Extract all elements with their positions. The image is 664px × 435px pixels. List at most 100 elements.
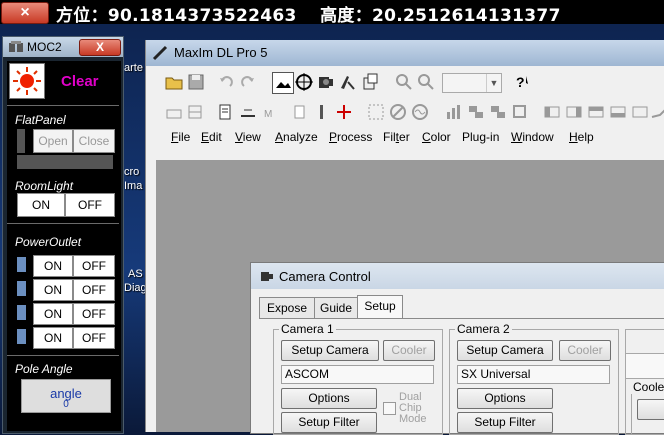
- curve-icon[interactable]: [650, 102, 664, 122]
- observatory-icon[interactable]: [360, 72, 380, 92]
- measure-icon[interactable]: [238, 102, 258, 122]
- camera1-driver-field[interactable]: ASCOM: [281, 365, 434, 384]
- tab-setup[interactable]: Setup: [357, 295, 403, 319]
- document-icon[interactable]: [216, 102, 236, 122]
- camera2-driver-field[interactable]: SX Universal: [457, 365, 610, 384]
- outlet-4-off-button[interactable]: OFF: [73, 327, 115, 349]
- menu-plug-in[interactable]: Plug-in: [462, 130, 499, 144]
- filter-icon[interactable]: [366, 102, 386, 122]
- outlet-3-on-button[interactable]: ON: [33, 303, 73, 325]
- moc2-title: MOC2: [27, 40, 62, 54]
- bar-chart-icon[interactable]: [444, 102, 464, 122]
- moc2-titlebar[interactable]: MOC2 X: [3, 37, 123, 57]
- tab-border: [259, 318, 664, 319]
- outlet-2-off-button[interactable]: OFF: [73, 279, 115, 301]
- crosshair-icon[interactable]: [294, 72, 314, 92]
- weather-status: Clear: [61, 73, 99, 90]
- flatpanel-slider[interactable]: [17, 155, 113, 169]
- zoom-in-icon[interactable]: [394, 72, 414, 92]
- outlet-2-on-button[interactable]: ON: [33, 279, 73, 301]
- save-icon[interactable]: [186, 72, 206, 92]
- camera1-filter-button[interactable]: Setup Filter: [281, 412, 377, 433]
- menu-window[interactable]: Window: [511, 130, 554, 144]
- camera-control-titlebar[interactable]: Camera Control: [251, 263, 664, 289]
- moc2-window: MOC2 X Clear FlatPanel Open Close RoomLi…: [2, 36, 124, 434]
- panel-right-icon[interactable]: [564, 102, 584, 122]
- menu-color[interactable]: Color: [422, 130, 451, 144]
- camera2-filter-button[interactable]: Setup Filter: [457, 412, 553, 433]
- flatpanel-indicator: [17, 129, 25, 153]
- telescope-control-icon[interactable]: [338, 72, 358, 92]
- outlet-1-on-button[interactable]: ON: [33, 255, 73, 277]
- zoom-select[interactable]: ▼: [442, 73, 502, 93]
- camera-control-dialog: Camera Control Expose Guide Setup Camera…: [250, 262, 664, 435]
- desktop-icon-label[interactable]: arte: [124, 62, 143, 74]
- roomlight-off-button[interactable]: OFF: [65, 193, 115, 217]
- moc2-body: Clear FlatPanel Open Close RoomLight ON …: [7, 61, 121, 431]
- redo-icon[interactable]: [238, 72, 258, 92]
- menu-help[interactable]: Help: [569, 130, 594, 144]
- camera2-setup-button[interactable]: Setup Camera: [457, 340, 553, 361]
- menu-edit[interactable]: Edit: [201, 130, 222, 144]
- panel-left-icon[interactable]: [542, 102, 562, 122]
- grid-icon[interactable]: [186, 102, 206, 122]
- dual-chip-checkbox[interactable]: [383, 402, 396, 415]
- align-icon[interactable]: [466, 102, 486, 122]
- tab-guide[interactable]: Guide: [314, 297, 358, 318]
- flatpanel-close-button[interactable]: Close: [73, 129, 115, 153]
- panel-side-icon[interactable]: [630, 102, 650, 122]
- menu-process[interactable]: Process: [329, 130, 372, 144]
- maxim-titlebar[interactable]: MaxIm DL Pro 5: [146, 40, 664, 66]
- flatpanel-open-button[interactable]: Open: [33, 129, 73, 153]
- moc2-close-button[interactable]: X: [79, 39, 121, 56]
- circle-slash-icon[interactable]: [388, 102, 408, 122]
- open-icon[interactable]: [164, 72, 184, 92]
- panel-top-icon[interactable]: [586, 102, 606, 122]
- dual-chip-label: Dual Chip Mode: [399, 391, 427, 425]
- tab-expose[interactable]: Expose: [259, 297, 315, 318]
- app-icon: [9, 41, 23, 52]
- menu-analyze[interactable]: Analyze: [275, 130, 318, 144]
- undo-icon[interactable]: [216, 72, 236, 92]
- camera1-cooler-button[interactable]: Cooler: [383, 340, 435, 361]
- cooler-on-button[interactable]: [637, 399, 664, 420]
- outlet-1-indicator: [17, 257, 26, 272]
- menu-file[interactable]: File: [171, 130, 190, 144]
- close-button[interactable]: ×: [1, 2, 49, 24]
- ruler-icon[interactable]: [312, 102, 332, 122]
- outlet-3-off-button[interactable]: OFF: [73, 303, 115, 325]
- square-icon[interactable]: [510, 102, 530, 122]
- camera1-setup-button[interactable]: Setup Camera: [281, 340, 379, 361]
- crosshair-add-icon[interactable]: [334, 102, 354, 122]
- menu-view[interactable]: View: [235, 130, 261, 144]
- panel-bottom-icon[interactable]: [608, 102, 628, 122]
- desktop-icon-label[interactable]: cro: [124, 166, 139, 178]
- svg-text:M: M: [264, 109, 272, 120]
- extra-field[interactable]: [625, 353, 664, 379]
- image-icon[interactable]: [272, 72, 294, 94]
- camera1-options-button[interactable]: Options: [281, 388, 377, 409]
- camera2-options-button[interactable]: Options: [457, 388, 553, 409]
- help-icon[interactable]: ?: [512, 72, 532, 92]
- copy-icon[interactable]: [290, 102, 310, 122]
- outlet-1-off-button[interactable]: OFF: [73, 255, 115, 277]
- maxim-title: MaxIm DL Pro 5: [174, 45, 268, 60]
- outlet-4-on-button[interactable]: ON: [33, 327, 73, 349]
- pole-angle-number: 0: [63, 399, 69, 410]
- circle-wave-icon[interactable]: [410, 102, 430, 122]
- menu-filter[interactable]: Filter: [383, 130, 410, 144]
- telescope-icon: [152, 45, 168, 61]
- camera2-cooler-button[interactable]: Cooler: [559, 340, 611, 361]
- desktop-icon-label[interactable]: AS: [128, 268, 143, 280]
- pole-angle-display: angle 0: [21, 379, 111, 413]
- roomlight-on-button[interactable]: ON: [17, 193, 65, 217]
- camera2-label: Camera 2: [455, 322, 512, 336]
- camera-icon[interactable]: [316, 72, 336, 92]
- zoom-out-icon[interactable]: [416, 72, 436, 92]
- desktop-icon-label[interactable]: Diag: [124, 282, 147, 294]
- stats-icon[interactable]: M: [260, 102, 280, 122]
- histogram-icon[interactable]: [164, 102, 184, 122]
- outlet-3-indicator: [17, 305, 26, 320]
- stack-icon[interactable]: [488, 102, 508, 122]
- desktop-icon-label[interactable]: Ima: [124, 180, 142, 192]
